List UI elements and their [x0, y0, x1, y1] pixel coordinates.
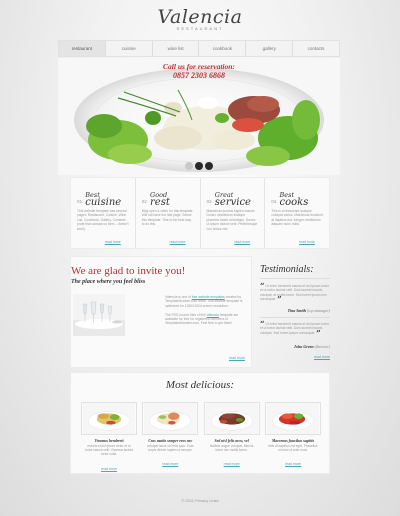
invite-description: Valencia is one of free website template…: [165, 295, 247, 326]
dish-read-more-link[interactable]: read more: [162, 462, 178, 466]
invite-section: We are glad to invite you! The place whe…: [70, 256, 252, 368]
footer-copyright: © 2011 Privacy Links: [181, 498, 219, 503]
main-nav: restaurant cuisine wine list cookbook ga…: [58, 40, 340, 57]
most-delicious-section: Most delicious: Vivamus hendrerit mauris…: [70, 372, 330, 474]
feature-best-cooks: 04. Best cooks This is a restaurant quis…: [265, 178, 329, 248]
dish-image[interactable]: [81, 402, 137, 435]
nav-item-cuisine[interactable]: cuisine: [106, 41, 153, 56]
close-quote-icon: ”: [277, 293, 282, 304]
nav-item-wine-list[interactable]: wine list: [153, 41, 200, 56]
dish-name: Vivamus hendrerit: [94, 439, 124, 443]
testimonials-title: Testimonials:: [260, 264, 314, 275]
dish-name: Maecenas faucibus sagittis: [271, 439, 315, 443]
feature-number: 02.: [141, 199, 149, 204]
slider-dot-3[interactable]: [205, 162, 213, 170]
dish-image[interactable]: [264, 402, 321, 435]
dish-image[interactable]: [203, 402, 260, 435]
feature-great-service: 03. Great service Maecenas lunctus sapie…: [201, 178, 266, 248]
nav-item-gallery[interactable]: gallery: [246, 41, 294, 56]
dish-list: Vivamus hendrerit mauris et dui ipsum to…: [81, 402, 321, 475]
author-name: Tina Smith: [287, 308, 306, 313]
feature-read-more-link[interactable]: read more: [170, 240, 186, 244]
feature-title-line2: cuisine: [85, 197, 122, 208]
feature-number: 01.: [77, 199, 84, 204]
feature-title-line2: rest: [150, 197, 170, 208]
hero-slider: Call us for reservation: 0857 2303 6868: [58, 58, 340, 175]
feature-title: Good rest: [150, 192, 170, 208]
feature-read-more-link[interactable]: read more: [234, 240, 250, 244]
author-role: (top manager): [307, 308, 330, 313]
logo-subtitle: RESTAURANT: [176, 26, 224, 31]
feature-read-more-link[interactable]: read more: [299, 240, 315, 244]
slider-dot-1[interactable]: [185, 162, 193, 170]
dish-card: Sed nisl felis arcu, vel facilisis augue…: [203, 402, 260, 475]
testimonial-author: Tina Smith (top manager): [260, 308, 330, 313]
feature-title-line2: service: [214, 197, 251, 208]
dish-read-more-link[interactable]: read more: [285, 462, 301, 466]
dish-description: mauris et dui ipsum tortor et ut tortor …: [85, 444, 133, 457]
feature-title: Great service: [214, 192, 251, 208]
logo-name: Valencia: [157, 6, 243, 28]
dish-card: Maecenas faucibus sagittis felis at dapi…: [264, 402, 321, 475]
dish-read-more-link[interactable]: read more: [101, 467, 117, 471]
slider-pagination: [185, 162, 213, 170]
nav-item-restaurant[interactable]: restaurant: [59, 41, 106, 56]
feature-title: Best cooks: [279, 192, 309, 208]
author-name: John Green: [293, 344, 314, 349]
dish-card: Vivamus hendrerit mauris et dui ipsum to…: [81, 402, 137, 475]
author-role: (director): [314, 344, 330, 349]
most-delicious-title: Most delicious:: [165, 379, 235, 391]
dish-description: volutpat lacus vel felis arcu. Cras turp…: [147, 444, 194, 453]
invite-title: We are glad to invite you!: [71, 265, 186, 277]
invite-text-part: Valencia is one of: [165, 295, 191, 299]
reservation-phone: 0857 2303 6868: [173, 71, 225, 80]
feature-good-rest: 02. Good rest Blog open a video for this…: [136, 178, 201, 248]
dish-name: Cras mattis semper eros nec: [148, 439, 193, 443]
testimonial-quote: “ Ut enim hendrerit mauris et dui ipsum …: [260, 320, 330, 338]
reservation-label: Call us for reservation:: [163, 62, 235, 71]
close-quote-icon: ”: [316, 327, 321, 338]
nav-item-contacts[interactable]: contacts: [293, 41, 339, 56]
dish-card: Cras mattis semper eros nec volutpat lac…: [142, 402, 199, 475]
feature-best-cuisine: 01. Best cuisine This website template h…: [71, 178, 136, 248]
dish-read-more-link[interactable]: read more: [224, 462, 240, 466]
logo[interactable]: Valencia RESTAURANT: [0, 6, 400, 31]
dish-name: Sed nisl felis arcu, vel: [214, 439, 249, 443]
feature-text: This is a restaurant quisque volutpat va…: [271, 209, 323, 227]
testimonials-section: Testimonials: “ Ut enim hendrerit mauris…: [260, 256, 332, 368]
testimonial-text: Ut enim hendrerit mauris et dui ipsum to…: [260, 284, 329, 301]
feature-text: Blog open a video for this template. Wil…: [141, 209, 194, 227]
reservation-callout: Call us for reservation: 0857 2303 6868: [58, 62, 340, 80]
invite-subtitle: The place where you feel bliss: [71, 279, 146, 285]
feature-text: Maecenas lunctus sapien mauris. Donec ve…: [206, 209, 258, 231]
features-row: 01. Best cuisine This website template h…: [70, 177, 330, 249]
nav-item-cookbook[interactable]: cookbook: [199, 41, 247, 56]
dish-description: felis at dapibus est eget. Phasellus ut …: [268, 444, 318, 453]
testimonial-quote: “ Ut enim hendrerit mauris et dui ipsum …: [260, 282, 330, 304]
testimonials-read-more-link[interactable]: read more: [314, 355, 330, 359]
feature-number: 04.: [271, 199, 278, 204]
slider-dot-2[interactable]: [195, 162, 203, 170]
free-templates-link[interactable]: free website templates: [192, 295, 225, 299]
restaurant-table-image: [73, 294, 125, 336]
dish-description: facilisis augue volutpat. Mauris tortor …: [209, 444, 254, 453]
divider: [260, 317, 330, 318]
invite-read-more-link[interactable]: read more: [229, 356, 245, 360]
feature-title: Best cuisine: [85, 192, 122, 208]
feature-number: 03.: [206, 199, 213, 204]
feature-text: This website template has several pages:…: [77, 209, 129, 231]
divider: [260, 278, 330, 279]
valencia-link[interactable]: Valencia: [207, 313, 219, 317]
feature-title-line2: cooks: [279, 197, 309, 208]
dish-image[interactable]: [142, 402, 199, 435]
feature-read-more-link[interactable]: read more: [105, 240, 121, 244]
testimonial-author: John Green (director): [260, 344, 330, 349]
invite-text-part: The PSD source files of this: [165, 312, 206, 317]
